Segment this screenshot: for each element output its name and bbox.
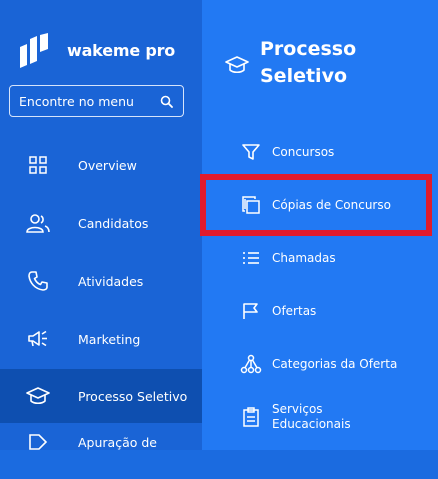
submenu-item-label: Categorias da Oferta xyxy=(272,356,398,371)
hierarchy-icon xyxy=(240,353,262,375)
submenu-item-chamadas[interactable]: Chamadas xyxy=(202,238,438,278)
submenu-item-label-line1: Serviços xyxy=(272,402,323,416)
submenu-item-categorias-da-oferta[interactable]: Categorias da Oferta xyxy=(202,344,438,384)
sidebar-item-overview[interactable]: Overview xyxy=(0,138,202,192)
sidebar-item-label: Overview xyxy=(78,157,137,173)
megaphone-icon xyxy=(26,327,50,351)
submenu-item-label: Serviços Educacionais xyxy=(272,402,351,432)
search-icon[interactable] xyxy=(160,95,173,108)
submenu-item-label: Ofertas xyxy=(272,303,317,318)
sidebar-item-label: Marketing xyxy=(78,331,141,347)
highlight-box xyxy=(200,174,432,236)
submenu-item-concursos[interactable]: Concursos xyxy=(202,132,438,172)
sidebar-item-label: Candidatos xyxy=(78,215,149,231)
sidebar-item-atividades[interactable]: Atividades xyxy=(0,254,202,308)
submenu-item-label-line2: Educacionais xyxy=(272,417,351,431)
flag-icon xyxy=(240,300,262,322)
menu-search-field[interactable]: Encontre no menu xyxy=(9,85,184,117)
clipboard-icon xyxy=(240,406,262,428)
grid-icon xyxy=(26,153,50,177)
graduation-cap-icon xyxy=(26,384,50,408)
submenu-item-ofertas[interactable]: Ofertas xyxy=(202,291,438,331)
sidebar-item-candidatos[interactable]: Candidatos xyxy=(0,196,202,250)
sidebar-item-processo-seletivo[interactable]: Processo Seletivo xyxy=(0,369,202,423)
phone-icon xyxy=(26,269,50,293)
sidebar-item-apuracao[interactable]: Apuração de xyxy=(0,425,202,479)
logo-icon[interactable] xyxy=(18,33,54,69)
search-input[interactable]: Encontre no menu xyxy=(19,94,160,109)
sidebar-item-label: Apuração de xyxy=(78,435,157,450)
brand-name: wakeme pro xyxy=(67,41,176,60)
sidebar-item-label: Processo Seletivo xyxy=(78,388,188,404)
submenu-item-label: Concursos xyxy=(272,144,335,159)
submenu-item-servicos-educacionais[interactable]: Serviços Educacionais xyxy=(202,397,438,437)
tag-icon xyxy=(26,431,50,455)
sidebar-item-label: Atividades xyxy=(78,273,144,289)
filter-icon xyxy=(240,141,262,163)
graduation-cap-icon xyxy=(225,55,249,77)
list-icon xyxy=(240,247,262,269)
submenu-title: Processo Seletivo xyxy=(260,38,357,87)
users-icon xyxy=(26,211,50,235)
submenu-item-label: Chamadas xyxy=(272,250,336,265)
sidebar-item-marketing[interactable]: Marketing xyxy=(0,312,202,366)
